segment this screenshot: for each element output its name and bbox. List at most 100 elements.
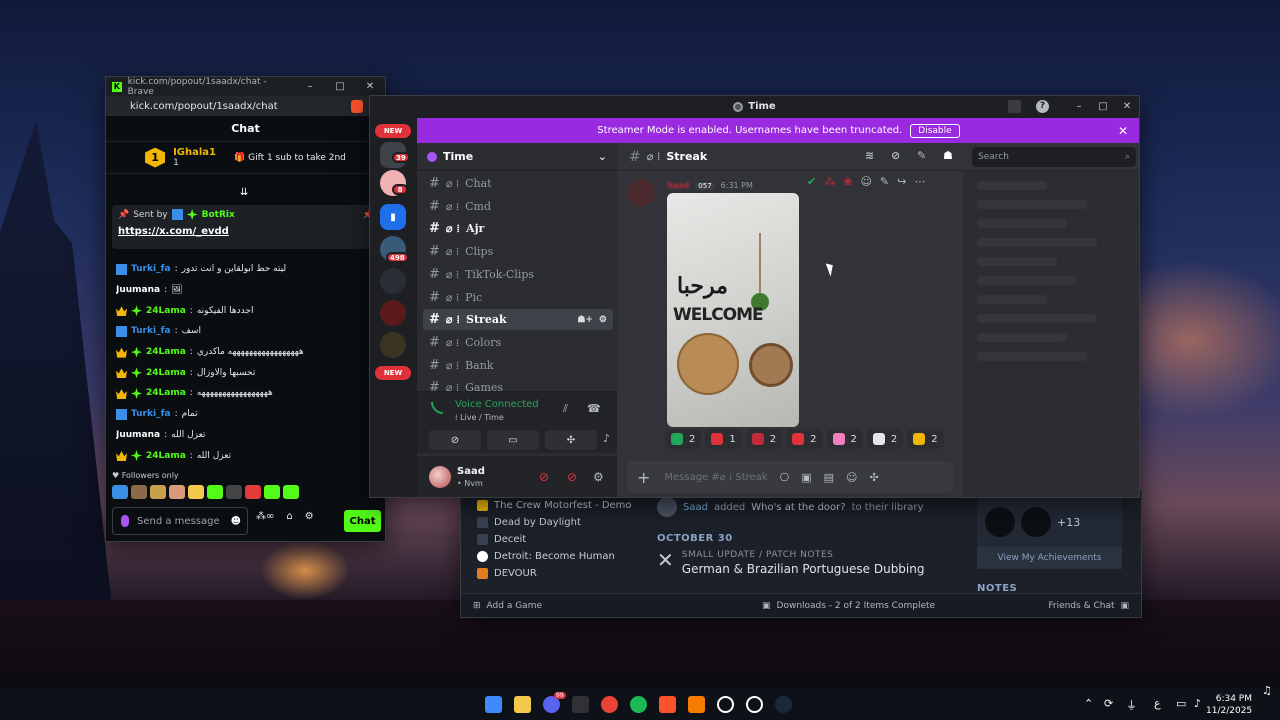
new-servers-badge[interactable]: NEW (375, 124, 411, 138)
xbox-icon[interactable] (572, 696, 589, 713)
language-indicator[interactable]: ع (1154, 697, 1161, 710)
member-list-icon[interactable]: ☗ (943, 149, 953, 162)
reaction-cross[interactable]: 1 (705, 429, 742, 449)
clock-date[interactable]: 11/2/2025 (1206, 706, 1252, 716)
edit-icon[interactable]: ✎ (880, 175, 889, 188)
downloads-button[interactable]: ▣ Downloads - 2 of 2 Items Complete (762, 601, 935, 611)
steam-game-item[interactable]: Dead by Daylight (473, 514, 643, 531)
reaction-check[interactable]: 2 (665, 429, 702, 449)
file-explorer-icon[interactable] (514, 696, 531, 713)
steam-game-item[interactable]: DEVOUR (473, 565, 643, 582)
chat-username[interactable]: 24Lama (146, 347, 186, 357)
new-servers-badge[interactable]: NEW (375, 366, 411, 380)
search-input[interactable]: Search ⌕ (972, 147, 1136, 167)
settings-gear-icon[interactable]: ⚙ (593, 470, 604, 484)
mic-icon[interactable] (121, 515, 129, 527)
chat-message[interactable]: Turki_fa: ليته حط ابولقاين و انت تدور (116, 259, 381, 280)
notification-bell-icon[interactable]: ♫ (1262, 684, 1272, 697)
activity-user[interactable]: Saad (683, 502, 708, 513)
app-icon[interactable] (688, 696, 705, 713)
app-icon[interactable] (717, 696, 734, 713)
steam-icon[interactable] (775, 696, 792, 713)
emote[interactable] (169, 485, 185, 499)
chat-username[interactable]: Turki_fa (131, 326, 171, 336)
chat-message[interactable]: Turki_fa: اسف (116, 321, 381, 342)
news-item[interactable]: ✕ SMALL UPDATE / PATCH NOTES German & Br… (657, 544, 957, 576)
brave-shield-icon[interactable] (351, 99, 363, 113)
channel-item[interactable]: # ⌀ ⁞ TikTok-Clips (423, 264, 613, 285)
apps-icon[interactable]: ✣ (869, 471, 878, 484)
kick-chat-window[interactable]: K kick.com/popout/1saadx/chat - Brave – … (105, 76, 386, 542)
emote[interactable] (112, 485, 128, 499)
emote[interactable] (283, 485, 299, 499)
server-icon[interactable] (380, 268, 406, 294)
address-text[interactable]: kick.com/popout/1saadx/chat (130, 101, 278, 112)
add-game-button[interactable]: ⊞ Add a Game (473, 601, 542, 611)
threads-icon[interactable]: ≋ (865, 149, 874, 162)
steam-game-item[interactable]: Detroit: Become Human (473, 548, 643, 565)
emote[interactable] (226, 485, 242, 499)
chevron-down-icon[interactable]: ⌄ (598, 150, 607, 163)
emote[interactable] (245, 485, 261, 499)
steam-game-item[interactable]: Deceit (473, 531, 643, 548)
mic-icon[interactable]: ⏚ (1126, 697, 1137, 713)
soundboard-icon[interactable]: ♪ (603, 432, 610, 445)
message-composer[interactable]: + Message #⌀ ⁞ Streak ⎔ ▣ ▤ ☺ ✣ (627, 461, 953, 493)
signal-icon[interactable] (431, 402, 443, 414)
chat-message[interactable]: 24Lama: تعزل الله (116, 445, 381, 466)
minimize-button[interactable]: – (1067, 101, 1091, 112)
channel-item[interactable]: # ⌀ ⁞ Chat (423, 173, 613, 194)
chat-input[interactable]: Send a message ☻ (112, 507, 248, 535)
sync-icon[interactable]: ⟳ (1104, 697, 1113, 710)
store-icon[interactable]: ⌂ (286, 511, 292, 522)
pinned-icon[interactable]: ✎ (917, 149, 926, 162)
deafen-icon[interactable]: ⊘ (567, 470, 577, 484)
image-attachment[interactable]: مرحبا WELCOME (667, 193, 799, 427)
chat-username[interactable]: Juumana (116, 430, 160, 440)
emote[interactable] (188, 485, 204, 499)
scroll-down-icon[interactable]: ⇊ (240, 187, 248, 198)
gif-icon[interactable]: ▣ (801, 471, 811, 484)
minimize-button[interactable]: – (295, 81, 325, 92)
chat-message[interactable]: Juumana: تعزل الله (116, 425, 381, 446)
maximize-button[interactable]: □ (325, 81, 355, 92)
start-icon[interactable] (485, 696, 502, 713)
more-icon[interactable]: ⋯ (914, 175, 925, 188)
server-icon[interactable] (380, 332, 406, 358)
channel-item[interactable]: # ⌀ ⁞ Bank (423, 355, 613, 376)
send-chat-button[interactable]: Chat (344, 510, 381, 532)
chat-username[interactable]: 24Lama (146, 388, 186, 398)
steam-window[interactable]: The Crew Motorfest - Demo Dead by Daylig… (460, 490, 1142, 618)
screen-share-button[interactable]: ▭ (487, 430, 539, 450)
pinned-message[interactable]: 📌 Sent by BotRix 📌 https://x.com/_evdd (112, 205, 380, 249)
chat-username[interactable]: Juumana (116, 285, 160, 295)
chrome-icon[interactable] (601, 696, 618, 713)
channel-item[interactable]: # ⌀ ⁞ Colors (423, 332, 613, 353)
chat-message[interactable]: 24Lama: هههههههههههههههههه (116, 383, 381, 404)
rose-reaction-icon[interactable]: ❀ (843, 175, 852, 188)
disconnect-icon[interactable]: ☎ (587, 402, 601, 415)
channel-item[interactable]: # ⌀ ⁞ Clips (423, 241, 613, 262)
hundred-reaction-icon[interactable]: ⁂ (824, 175, 835, 188)
voice-channel[interactable]: ⁞ Live / Time (455, 413, 504, 422)
check-reaction-icon[interactable]: ✔ (807, 175, 816, 188)
mic-muted-icon[interactable]: ⊘ (539, 470, 549, 484)
invite-icon[interactable]: ☗+ (577, 315, 593, 325)
settings-icon[interactable]: ⚙ (305, 511, 314, 522)
view-achievements-button[interactable]: View My Achievements (977, 547, 1122, 569)
clock-time[interactable]: 6:34 PM (1206, 694, 1252, 704)
inbox-icon[interactable] (1008, 100, 1021, 113)
chat-username[interactable]: Turki_fa (131, 409, 171, 419)
username[interactable]: Saad (457, 466, 485, 477)
obs-icon[interactable] (746, 696, 763, 713)
kicks-icon[interactable]: ⁂∞ (256, 511, 274, 522)
address-bar[interactable]: kick.com/popout/1saadx/chat (106, 96, 385, 116)
chat-message[interactable]: 24Lama: هههههههههههههههههه ماكدري (116, 342, 381, 363)
tray-overflow-icon[interactable]: ⌃ (1084, 697, 1093, 710)
emoji-icon[interactable]: ☻ (231, 516, 241, 527)
reaction-bow[interactable]: 2 (786, 429, 823, 449)
notifications-muted-icon[interactable]: ⊘ (891, 149, 900, 162)
channel-settings-icon[interactable]: ⚙ (599, 315, 607, 325)
emoji-icon[interactable]: ☺ (846, 471, 857, 484)
chat-message[interactable]: Juumana: 🖼 (116, 280, 381, 301)
